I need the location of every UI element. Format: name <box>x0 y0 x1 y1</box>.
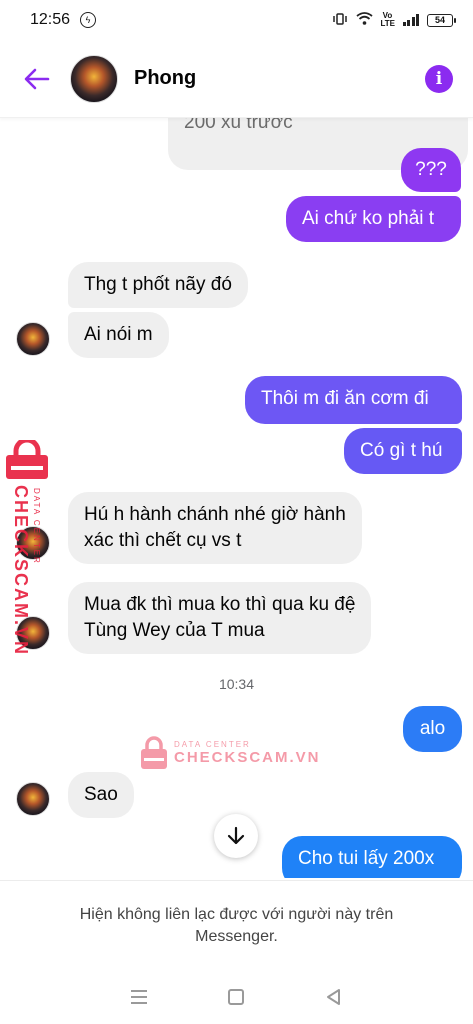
message-text: Ai chứ ko phải t <box>302 208 435 229</box>
message-text: 200 xu trước <box>184 118 293 133</box>
watermark-brand: CHECKSCAM.VN <box>174 749 321 766</box>
back-button[interactable] <box>20 62 54 96</box>
message-incoming[interactable]: Mua đk thì mua ko thì qua ku đệ Tùng Wey… <box>68 582 372 654</box>
watermark-tagline: DATA CENTER <box>32 488 41 565</box>
scroll-to-bottom-button[interactable] <box>214 814 258 858</box>
info-icon: i <box>435 68 443 89</box>
message-outgoing[interactable]: alo <box>403 706 462 752</box>
arrow-left-icon <box>24 68 50 89</box>
system-navigation-bar <box>0 970 473 1024</box>
chat-header: Phong i <box>0 40 473 118</box>
menu-icon <box>130 990 147 1004</box>
status-left: 12:56 ϟ <box>30 11 97 29</box>
battery-level: 54 <box>434 15 445 25</box>
status-right: Vo LTE 54 <box>332 11 456 28</box>
arrow-down-icon <box>227 826 245 845</box>
status-time: 12:56 <box>30 11 71 28</box>
message-text: Có gì t hú <box>360 440 443 461</box>
unavailable-notice: Hiện không liên lạc được với người này t… <box>0 880 473 970</box>
battery-icon: 54 <box>427 13 456 27</box>
message-text-line: Hú h hành chánh nhé giờ hành <box>84 504 346 525</box>
message-text: Ai nói m <box>84 324 153 345</box>
contact-avatar-small[interactable] <box>16 782 50 816</box>
vibrate-icon <box>332 12 348 28</box>
message-text-line: xác thì chết cụ vs t <box>84 530 242 551</box>
message-text: alo <box>419 718 446 739</box>
info-button[interactable]: i <box>425 64 453 93</box>
signal-icon <box>402 14 419 26</box>
message-incoming[interactable]: Hú h hành chánh nhé giờ hành xác thì chế… <box>68 492 362 564</box>
message-incoming[interactable]: Ai nói m <box>68 312 169 358</box>
contact-name[interactable]: Phong <box>134 67 425 90</box>
message-incoming[interactable]: Sao <box>68 772 134 818</box>
message-text-line: Mua đk thì mua ko thì qua ku đệ <box>84 594 356 615</box>
message-outgoing[interactable]: Ai chứ ko phải t <box>286 196 461 242</box>
message-text-line: Tùng Wey của T mua <box>84 620 265 641</box>
watermark-tagline: DATA CENTER <box>174 740 251 749</box>
wifi-icon <box>355 12 373 28</box>
message-text: ??? <box>415 159 447 180</box>
message-outgoing[interactable]: Thôi m đi ăn cơm đi <box>245 376 462 424</box>
watermark-text: DATA CENTER CHECKSCAM.VN <box>174 740 321 766</box>
lock-icon <box>6 440 48 479</box>
message-text: Thôi m đi ăn cơm đi <box>261 388 429 409</box>
recents-button[interactable] <box>124 982 154 1012</box>
triangle-back-icon <box>327 989 341 1005</box>
message-incoming[interactable]: Thg t phốt nãy đó <box>68 262 248 308</box>
home-button[interactable] <box>221 982 251 1012</box>
message-outgoing[interactable]: Có gì t hú <box>344 428 462 474</box>
status-bar: 12:56 ϟ Vo LTE 54 <box>0 0 473 40</box>
message-timestamp: 10:34 <box>218 676 255 692</box>
message-text: Cho tui lấy 200x <box>298 848 435 869</box>
volte-label: Vo LTE <box>380 11 396 28</box>
lock-icon <box>141 736 167 769</box>
message-text: Sao <box>84 784 118 805</box>
square-icon <box>228 989 245 1005</box>
watermark-center: DATA CENTER CHECKSCAM.VN <box>140 736 321 770</box>
watermark-side: CHECKSCAM.VN DATA CENTER <box>4 440 50 660</box>
contact-avatar[interactable] <box>70 54 118 103</box>
message-outgoing[interactable]: ??? <box>401 148 461 192</box>
message-outgoing[interactable]: Cho tui lấy 200x <box>282 836 462 878</box>
contact-avatar-small[interactable] <box>16 322 50 356</box>
system-back-button[interactable] <box>319 982 349 1012</box>
message-text: Thg t phốt nãy đó <box>84 274 232 295</box>
messenger-notification-icon: ϟ <box>80 12 97 28</box>
watermark-brand: CHECKSCAM.VN <box>11 485 31 657</box>
